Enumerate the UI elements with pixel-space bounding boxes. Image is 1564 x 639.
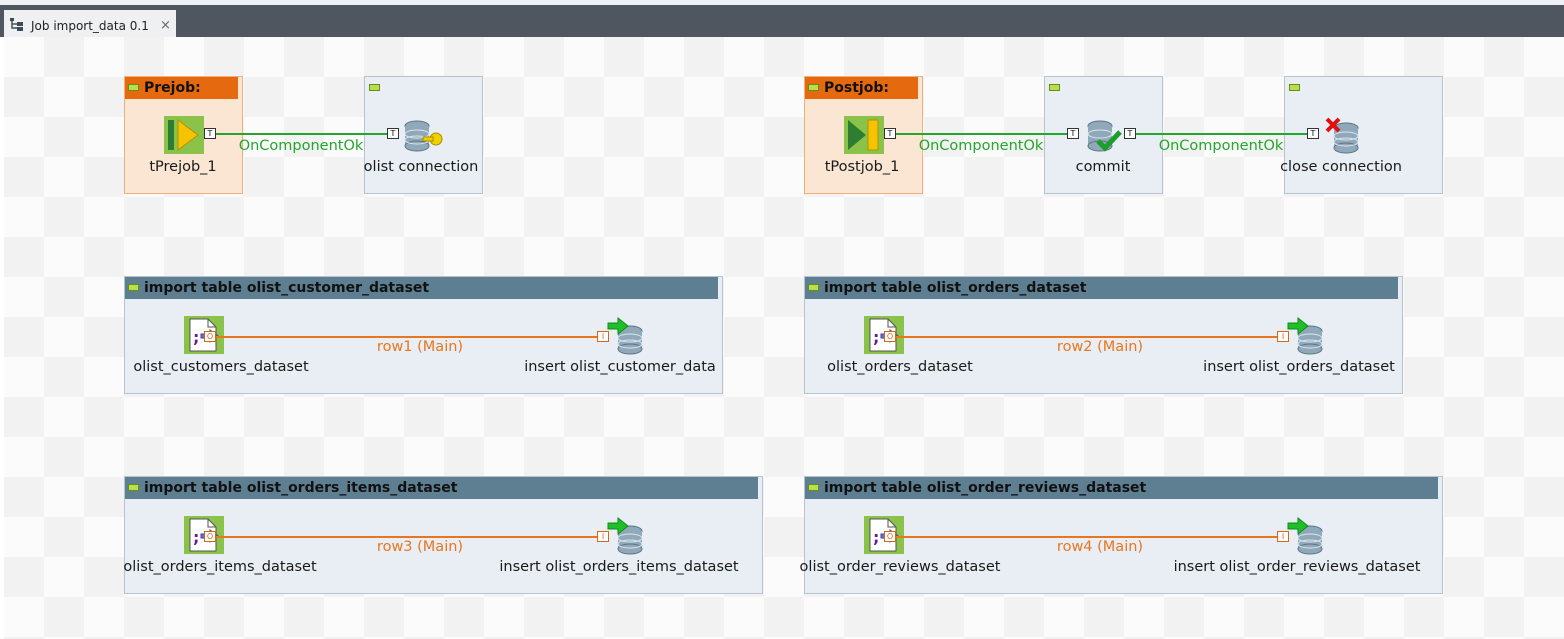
db-output-icon[interactable]: [606, 516, 648, 559]
source-component-label: olist_customers_dataset: [133, 359, 309, 375]
trigger-connector[interactable]: T: [204, 128, 216, 139]
subjob-title: import table olist_order_reviews_dataset: [824, 480, 1147, 496]
row-link-label: row1 (Main): [376, 339, 464, 355]
close-connection-label: close connection: [1280, 159, 1402, 175]
target-component-label: insert olist_orders_dataset: [1203, 359, 1395, 375]
subjob-title: import table olist_orders_items_dataset: [144, 480, 458, 496]
svg-text:;: ;: [193, 328, 199, 347]
db-output-icon[interactable]: [1286, 516, 1328, 559]
postjob-title: Postjob:: [824, 80, 889, 96]
olist-connection-label: olist connection: [363, 159, 479, 175]
subjob-header[interactable]: import table olist_orders_items_dataset: [125, 477, 758, 499]
source-component-label: olist_orders_items_dataset: [123, 559, 317, 575]
collapse-icon[interactable]: [128, 84, 139, 91]
commit-link-label: OnComponentOk: [1158, 138, 1284, 154]
subjob-title: import table olist_orders_dataset: [824, 280, 1087, 296]
source-component-label: olist_orders_dataset: [827, 359, 973, 375]
db-close-icon[interactable]: [1324, 116, 1364, 158]
trigger-connector[interactable]: T: [1067, 128, 1079, 139]
prejob-link-label: OnComponentOk: [238, 138, 364, 154]
postjob-component-label: tPostjob_1: [824, 159, 900, 175]
target-component-label: insert olist_customer_data: [524, 359, 716, 375]
prejob-title: Prejob:: [144, 80, 201, 96]
job-icon: [9, 17, 25, 37]
row-link[interactable]: [896, 336, 1277, 338]
collapse-icon[interactable]: [369, 84, 380, 91]
collapse-icon[interactable]: [128, 484, 139, 491]
row-link[interactable]: [896, 536, 1277, 538]
output-connector[interactable]: O: [884, 531, 896, 542]
subjob-header[interactable]: import table olist_customer_dataset: [125, 277, 718, 299]
collapse-icon[interactable]: [808, 284, 819, 291]
db-commit-icon[interactable]: [1084, 120, 1124, 158]
row-link[interactable]: [216, 536, 597, 538]
collapse-icon[interactable]: [128, 284, 139, 291]
svg-text:;: ;: [873, 528, 879, 547]
subjob-header[interactable]: import table olist_order_reviews_dataset: [805, 477, 1438, 499]
db-output-icon[interactable]: [1286, 316, 1328, 359]
tab-title: Job import_data 0.1: [31, 19, 149, 33]
collapse-icon[interactable]: [808, 84, 819, 91]
source-component-label: olist_order_reviews_dataset: [799, 559, 1001, 575]
prejob-component-label: tPrejob_1: [149, 159, 217, 175]
output-connector[interactable]: O: [204, 531, 216, 542]
close-icon[interactable]: ×: [160, 18, 171, 33]
row-link-label: row4 (Main): [1056, 539, 1144, 555]
row-link[interactable]: [216, 336, 597, 338]
prejob-component-icon[interactable]: [164, 116, 204, 158]
trigger-connector[interactable]: T: [1124, 128, 1136, 139]
trigger-connector[interactable]: T: [884, 128, 896, 139]
postjob-trigger-link[interactable]: [896, 133, 1067, 135]
collapse-icon[interactable]: [1289, 84, 1300, 91]
db-connection-icon[interactable]: [403, 120, 445, 158]
postjob-link-label: OnComponentOk: [918, 138, 1044, 154]
db-output-icon[interactable]: [606, 316, 648, 359]
trigger-connector[interactable]: T: [1307, 128, 1319, 139]
svg-text:;: ;: [873, 328, 879, 347]
trigger-connector[interactable]: T: [387, 128, 399, 139]
subjob-title: import table olist_customer_dataset: [144, 280, 430, 296]
collapse-icon[interactable]: [1049, 84, 1060, 91]
collapse-icon[interactable]: [808, 484, 819, 491]
output-connector[interactable]: O: [884, 331, 896, 342]
target-component-label: insert olist_orders_items_dataset: [499, 559, 739, 575]
row-link-label: row3 (Main): [376, 539, 464, 555]
output-connector[interactable]: O: [204, 331, 216, 342]
svg-text:;: ;: [193, 528, 199, 547]
prejob-header[interactable]: Prejob:: [125, 77, 238, 99]
commit-label: commit: [1075, 159, 1131, 175]
postjob-header[interactable]: Postjob:: [805, 77, 918, 99]
postjob-component-icon[interactable]: [844, 116, 884, 158]
prejob-trigger-link[interactable]: [216, 133, 387, 135]
commit-trigger-link[interactable]: [1136, 133, 1307, 135]
editor-tab-bar: Job import_data 0.1 ×: [0, 0, 1564, 42]
subjob-header[interactable]: import table olist_orders_dataset: [805, 277, 1398, 299]
row-link-label: row2 (Main): [1056, 339, 1144, 355]
target-component-label: insert olist_order_reviews_dataset: [1173, 559, 1421, 575]
